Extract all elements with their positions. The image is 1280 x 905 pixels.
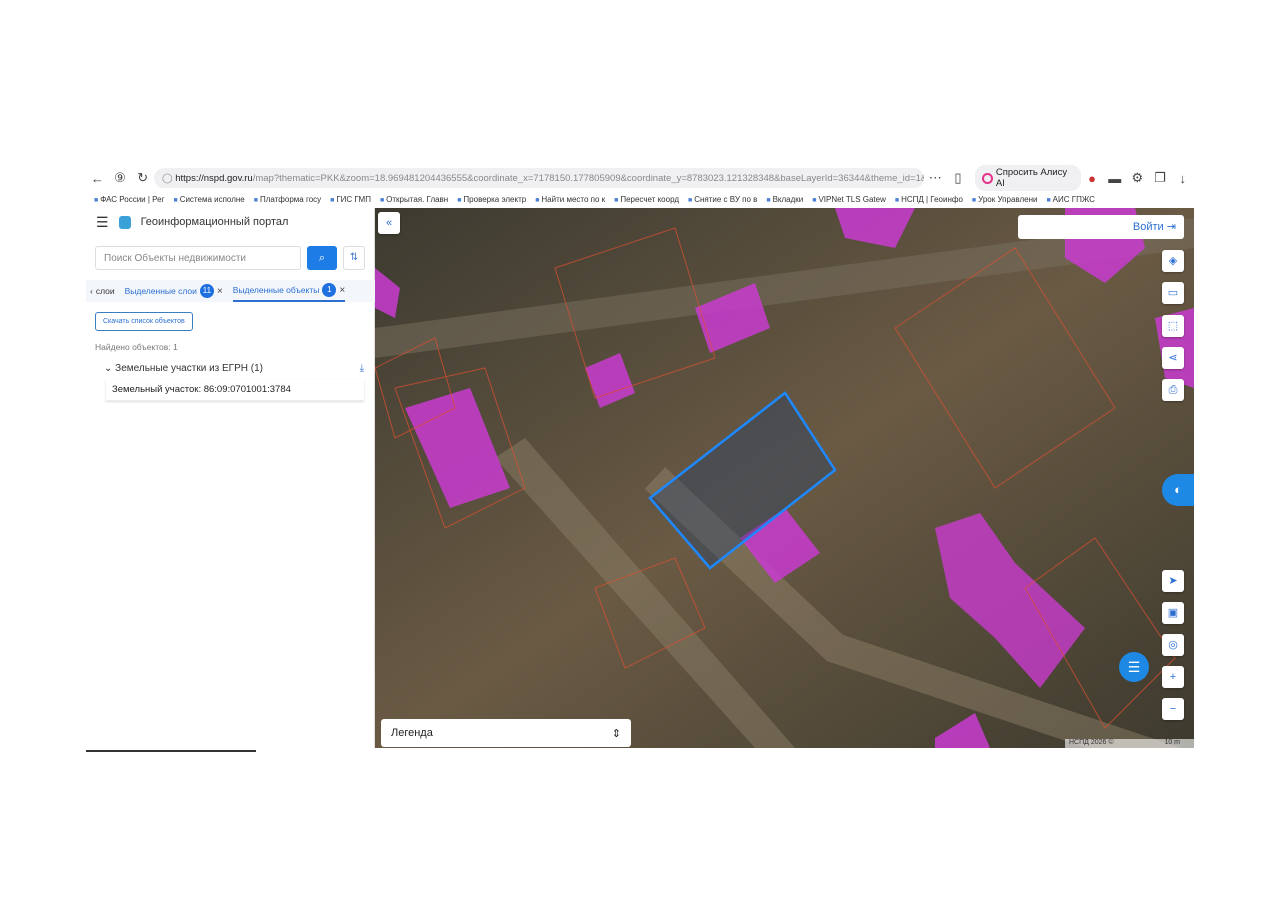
bookmarks-bar: ФАС России | Рег Система исполне Платфор…	[86, 191, 1194, 208]
tabs: ‹ слои Выделенные слои 11 × Выделенные объ…	[86, 280, 375, 302]
bookmark[interactable]: Пересчет коорд	[614, 195, 679, 204]
chat-button[interactable]: ☰	[1119, 652, 1149, 682]
bookmark[interactable]: Найти место по к	[535, 195, 605, 204]
side-panel: ☰ Геоинформационный портал Поиск Объекты…	[86, 208, 375, 748]
plus-icon: +	[1169, 671, 1177, 683]
portal-title: Геоинформационный портал	[140, 216, 289, 228]
assistant-icon: ◐	[1174, 482, 1182, 497]
legend-dropdown[interactable]: Легенда ⇕	[381, 719, 631, 747]
extension-icon[interactable]: ●	[1081, 171, 1104, 186]
bookmark[interactable]: Открытая. Главн	[380, 195, 448, 204]
tab-selected-layers[interactable]: Выделенные слои 11 ×	[125, 280, 223, 302]
chevron-down-icon: ⌄	[104, 363, 116, 374]
alice-icon	[982, 172, 993, 184]
login-icon: ⇥	[1166, 221, 1176, 233]
zoom-out-button[interactable]: −	[1162, 698, 1184, 720]
login-button[interactable]: Войти ⇥	[1018, 215, 1184, 239]
map-canvas[interactable]: « Войти ⇥ ◈ ▭ ⬚ ⋖ ⎙ ◐ ➤ ▣ ◎ + − ☰ Легенд…	[375, 208, 1194, 748]
list-item[interactable]: Земельный участок: 86:09:0701001:3784	[106, 379, 364, 401]
bookmark[interactable]: VIPNet TLS Gatew	[812, 195, 885, 204]
search-button[interactable]: ⌕	[307, 246, 337, 270]
filter-button[interactable]: ⇅	[343, 246, 365, 270]
download-list-button[interactable]: Скачать список объектов	[95, 312, 193, 331]
more-icon[interactable]: ⋯	[924, 170, 947, 186]
alice-button[interactable]: Спросить Алису AI	[975, 165, 1081, 191]
layers-button[interactable]: ◈	[1162, 250, 1184, 272]
bookmark[interactable]: Платформа госу	[254, 195, 321, 204]
panel-header: ☰ Геоинформационный портал	[86, 208, 374, 236]
layers-icon: ◈	[1168, 255, 1178, 267]
menu-icon[interactable]: ☰	[96, 214, 109, 231]
reload-icon[interactable]: ↻	[131, 170, 154, 186]
yandex-icon[interactable]: ⑨	[109, 170, 132, 186]
filter-icon: ⇅	[349, 252, 359, 263]
chat-icon: ☰	[1127, 659, 1141, 675]
search-input[interactable]: Поиск Объекты недвижимости	[95, 246, 301, 270]
back-icon[interactable]: ←	[86, 171, 109, 186]
location-search-icon: ◎	[1168, 639, 1178, 651]
minimap-icon: ▣	[1167, 607, 1179, 619]
select-area-icon: ⬚	[1167, 320, 1179, 332]
screenshot: ← ⑨ ↻ ◯ https://nspd.gov.ru/map?thematic…	[86, 165, 1194, 753]
extension-icon[interactable]: ▬	[1103, 171, 1126, 186]
assistant-tab[interactable]: ◐	[1162, 474, 1194, 506]
count-badge: 1	[322, 283, 337, 297]
select-area-button[interactable]: ⬚	[1162, 315, 1184, 337]
collections-icon[interactable]: ❐	[1149, 170, 1172, 186]
divider	[86, 750, 256, 752]
share-button[interactable]: ⋖	[1162, 347, 1184, 369]
group-header[interactable]: ⌄ Земельные участки из ЕГРН (1) ⤓	[104, 363, 364, 374]
double-chevron-left-icon: «	[385, 217, 393, 229]
chevron-updown-icon: ⇕	[611, 728, 621, 740]
minus-icon: −	[1169, 703, 1177, 715]
extensions-icon[interactable]: ⚙	[1126, 170, 1149, 186]
search-location-button[interactable]: ◎	[1162, 634, 1184, 656]
portal-logo	[118, 215, 131, 229]
bookmark[interactable]: Проверка электр	[457, 195, 526, 204]
tab-layers[interactable]: ‹ слои	[90, 280, 115, 302]
share-icon: ⋖	[1168, 352, 1178, 364]
ruler-button[interactable]: ▭	[1162, 282, 1184, 304]
attribution-scale: НСПД 2026 © 10 m	[1065, 739, 1194, 748]
download-icon[interactable]: ⤓	[360, 363, 364, 374]
scale-label: 10 m	[1164, 739, 1180, 746]
bookmark[interactable]: НСПД | Геоинфо	[895, 195, 963, 204]
tab-selected-objects[interactable]: Выделенные объекты 1 ×	[232, 280, 346, 302]
bookmark-icon[interactable]: ▯	[947, 170, 970, 186]
bookmark[interactable]: ФАС России | Рег	[94, 195, 164, 204]
count-badge: 11	[199, 284, 214, 298]
bookmark[interactable]: Вкладки	[766, 195, 804, 204]
close-icon[interactable]: ×	[339, 285, 345, 296]
locate-button[interactable]: ➤	[1162, 570, 1184, 592]
bookmark[interactable]: Снятие с ВУ по в	[688, 195, 757, 204]
bookmark[interactable]: ГИС ГМП	[330, 195, 371, 204]
ruler-icon: ▭	[1167, 287, 1179, 299]
zoom-in-button[interactable]: +	[1162, 666, 1184, 688]
bookmark[interactable]: АИС ГПЖС	[1046, 195, 1095, 204]
navigation-arrow-icon: ➤	[1168, 575, 1178, 587]
minimap-button[interactable]: ▣	[1162, 602, 1184, 624]
close-icon[interactable]: ×	[217, 286, 223, 297]
search-icon: ⌕	[318, 252, 326, 264]
browser-toolbar: ← ⑨ ↻ ◯ https://nspd.gov.ru/map?thematic…	[86, 165, 1194, 191]
address-bar[interactable]: ◯ https://nspd.gov.ru/map?thematic=PKK&z…	[153, 168, 924, 188]
found-count: Найдено объектов: 1	[95, 342, 178, 352]
download-icon[interactable]: ↓	[1171, 171, 1194, 186]
print-icon: ⎙	[1168, 384, 1178, 396]
bookmark[interactable]: Урок Управлени	[972, 195, 1037, 204]
collapse-panel-button[interactable]: «	[378, 212, 400, 234]
print-button[interactable]: ⎙	[1162, 379, 1184, 401]
bookmark[interactable]: Система исполне	[174, 195, 245, 204]
map-imagery	[375, 208, 1194, 748]
